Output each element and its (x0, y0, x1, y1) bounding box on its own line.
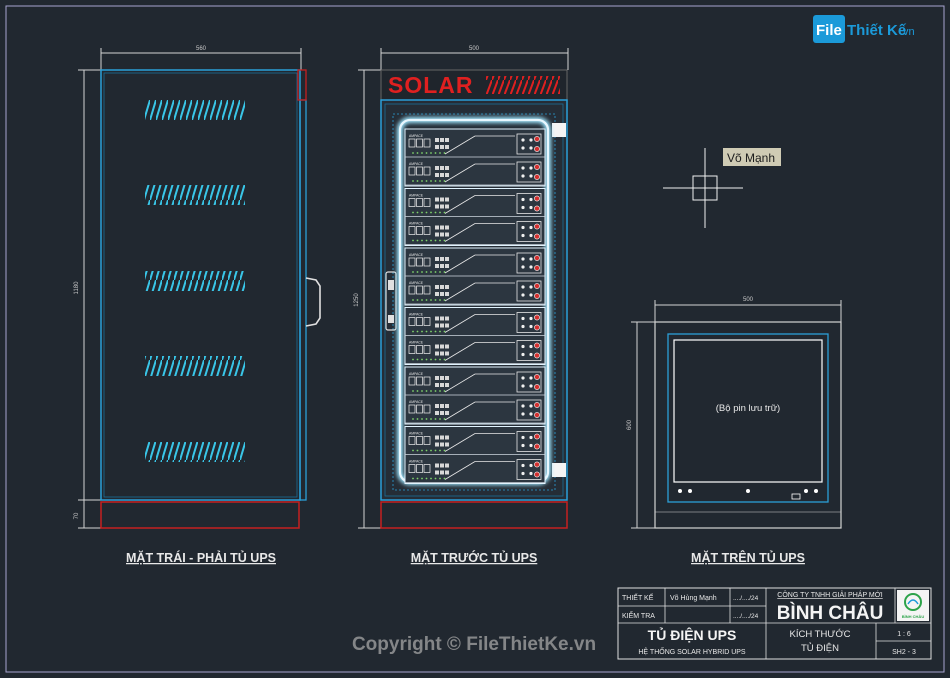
battery-storage-label: (Bộ pin lưu trữ) (716, 403, 780, 414)
designer-date: ..../..../24 (733, 595, 759, 602)
module-brand-label: AMPACE (409, 460, 424, 464)
vent-3 (145, 271, 245, 291)
top-bolt (746, 489, 750, 493)
checker-date: ..../..../24 (733, 613, 759, 620)
side-height-dim: 1180 (74, 281, 80, 295)
module-brand-label: AMPACE (409, 222, 424, 226)
battery-module: AMPACE AMPACE (404, 366, 546, 425)
site-logo: File Thiết Kế .vn (813, 15, 915, 43)
vent-1 (145, 100, 245, 120)
front-view: 500 1250 SOLAR AMPACEAMPACEAMPACEAMPACEA… (354, 46, 569, 565)
company-line: CÔNG TY TNHH GIẢI PHÁP MỚI (777, 590, 883, 599)
vent-2 (145, 185, 245, 205)
top-bolt (688, 489, 692, 493)
solar-sign-stripes (486, 76, 560, 94)
side-base-dim: 70 (74, 512, 80, 519)
author-tag: Võ Mạnh (727, 151, 775, 165)
designer-label: THIẾT KẾ (622, 592, 654, 602)
logo-vn-text: .vn (900, 26, 915, 38)
battery-module: AMPACE AMPACE (404, 188, 546, 246)
side-door-edge (299, 99, 307, 501)
module-brand-label: AMPACE (409, 253, 424, 257)
battery-module: AMPACE AMPACE (404, 247, 546, 306)
cad-cursor: Võ Mạnh (663, 148, 781, 228)
front-height-dim: 1250 (354, 293, 360, 307)
checker-label: KIỂM TRA (622, 611, 655, 620)
title-block: THIẾT KẾ Võ Hùng Mạnh ..../..../24 KIỂM … (617, 587, 932, 660)
side-view-label: MẶT TRÁI - PHẢI TỦ UPS (126, 550, 276, 565)
sheet-number: SH2 - 3 (892, 649, 916, 656)
scale-value: 1 : 6 (897, 631, 911, 638)
battery-module: AMPACE AMPACE (404, 128, 546, 187)
hinge-bottom (552, 463, 566, 477)
front-base (380, 501, 568, 529)
sheet-title-1: KÍCH THƯỚC (790, 629, 851, 640)
top-cabinet-outline (654, 321, 842, 529)
vent-4 (145, 356, 245, 376)
side-top-cap (297, 69, 307, 101)
company-name: BÌNH CHÂU (777, 602, 884, 624)
copyright-watermark: Copyright © FileThietKe.vn (352, 634, 596, 655)
top-depth-dim: 600 (627, 419, 633, 430)
module-brand-label: AMPACE (409, 162, 424, 166)
front-width-dim: 500 (469, 46, 480, 52)
drawing-canvas: File Thiết Kế .vn 560 1180 70 MẶT TRÁI -… (5, 5, 945, 673)
side-door-handle (305, 277, 321, 327)
battery-module: AMPACE AMPACE (404, 307, 546, 365)
module-brand-label: AMPACE (409, 281, 424, 285)
project-subtitle: HỆ THỐNG SOLAR HYBRID UPS (638, 646, 746, 656)
front-view-label: MẶT TRƯỚC TỦ UPS (411, 550, 538, 565)
top-bolt (804, 489, 808, 493)
module-brand-label: AMPACE (409, 194, 424, 198)
project-title: TỦ ĐIỆN UPS (648, 626, 737, 643)
top-bolt (678, 489, 682, 493)
solar-sign-text: SOLAR (388, 72, 474, 98)
company-logo: BÌNH CHÂU (897, 590, 929, 621)
battery-module: AMPACE AMPACE (404, 426, 546, 484)
module-brand-label: AMPACE (409, 432, 424, 436)
side-width-dim: 560 (196, 46, 207, 52)
module-brand-label: AMPACE (409, 372, 424, 376)
module-brand-label: AMPACE (409, 313, 424, 317)
designer-name: Võ Hùng Mạnh (670, 595, 717, 602)
top-view-label: MẶT TRÊN TỦ UPS (691, 550, 805, 565)
vent-5 (145, 442, 245, 462)
sheet-title-2: TỦ ĐIỆN (801, 642, 839, 654)
logo-thietke-text: Thiết Kế (847, 22, 907, 39)
module-brand-label: AMPACE (409, 134, 424, 138)
top-bolt (814, 489, 818, 493)
top-width-dim: 500 (743, 297, 754, 303)
module-brand-label: AMPACE (409, 341, 424, 345)
company-logo-text: BÌNH CHÂU (902, 614, 925, 619)
module-brand-label: AMPACE (409, 400, 424, 404)
side-view: 560 1180 70 MẶT TRÁI - PHẢI TỦ UPS (74, 46, 321, 565)
hinge-top (552, 123, 566, 137)
top-view: 500 600 (Bộ pin lưu trữ) MẶT TRÊN TỦ UPS (627, 297, 842, 565)
side-base (100, 501, 300, 529)
top-cabinet-inner (667, 333, 829, 503)
logo-file-text: File (816, 22, 842, 39)
top-cable-gland (791, 493, 801, 500)
